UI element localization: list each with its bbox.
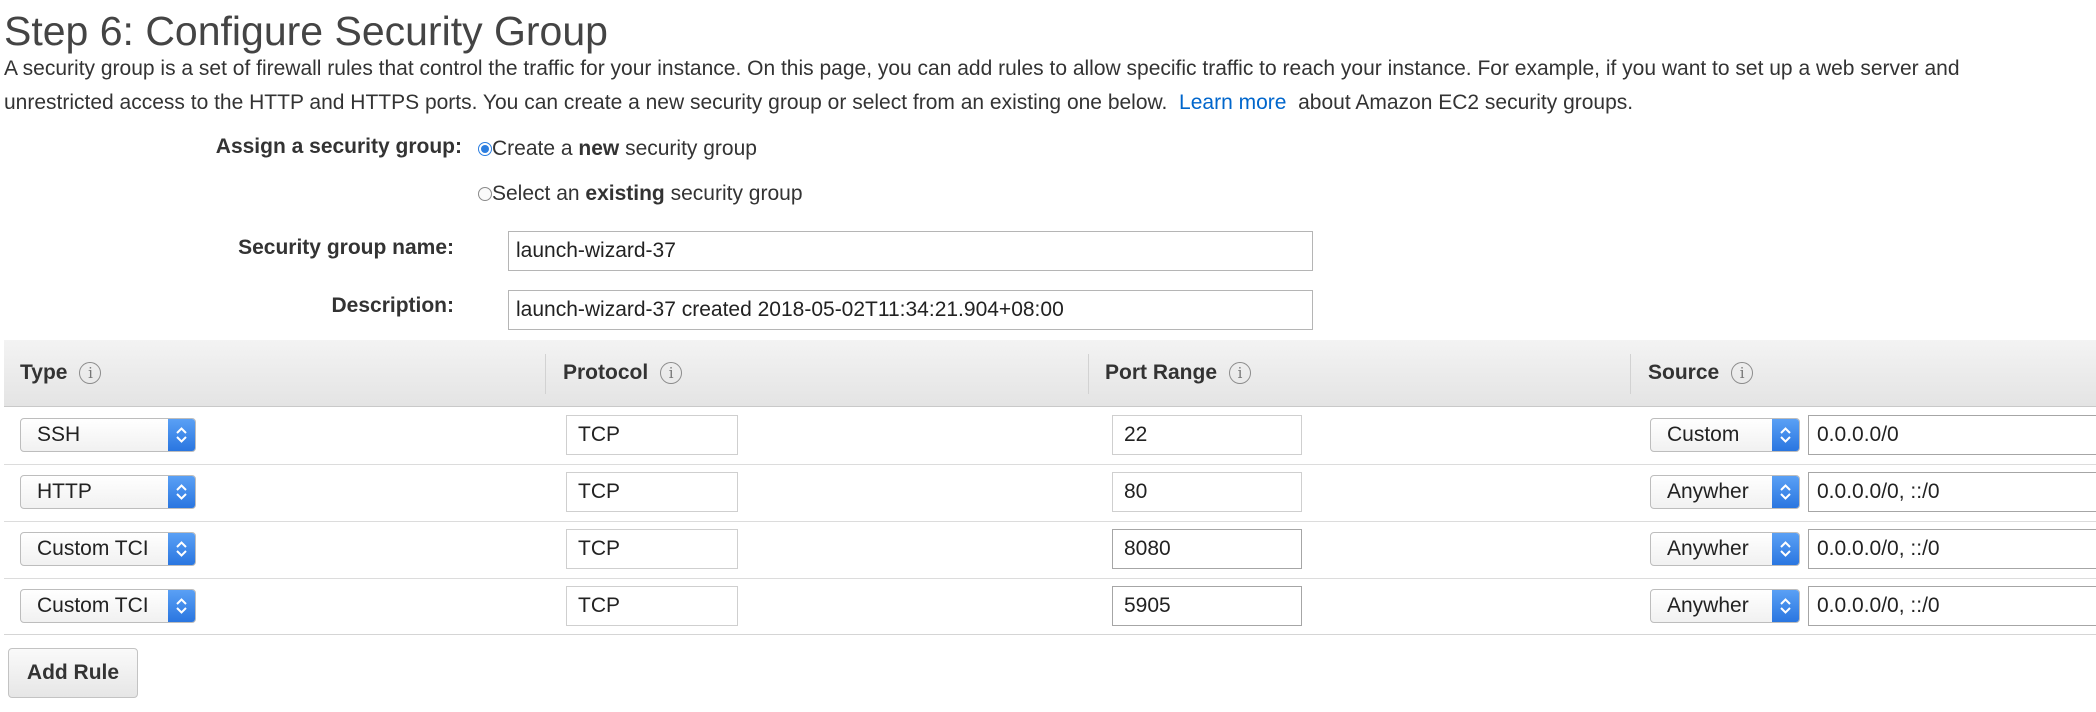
chevron-up-down-icon (1772, 419, 1799, 451)
intro-line-2-before: unrestricted access to the HTTP and HTTP… (4, 91, 1168, 114)
create-new-radio[interactable] (478, 142, 492, 156)
security-group-name-label: Security group name: (238, 236, 454, 259)
port-range-column-header: Port Range i (1105, 340, 1252, 406)
intro-line-2-after: about Amazon EC2 security groups. (1298, 91, 1634, 114)
column-divider (545, 354, 546, 394)
type-column-label: Type (20, 361, 68, 384)
select-existing-security-group-option[interactable]: Select an existing security group (478, 179, 803, 209)
source-select[interactable]: Anywher (1650, 475, 1800, 509)
chevron-up-down-icon (1772, 533, 1799, 565)
type-select-value: HTTP (37, 480, 92, 503)
type-select-value: Custom TCI (37, 594, 149, 617)
type-column-header: Type i (20, 340, 102, 406)
protocol-field: TCP (566, 415, 738, 455)
protocol-info-icon[interactable]: i (660, 362, 683, 384)
source-select[interactable]: Anywher (1650, 589, 1800, 623)
create-new-label-suffix: security group (619, 137, 757, 160)
select-existing-label-suffix: security group (664, 182, 803, 205)
select-existing-label-bold: existing (585, 182, 665, 205)
protocol-field: TCP (566, 586, 738, 626)
protocol-field: TCP (566, 529, 738, 569)
source-select[interactable]: Anywher (1650, 532, 1800, 566)
intro-line-2: unrestricted access to the HTTP and HTTP… (4, 86, 2089, 120)
chevron-up-down-icon (168, 419, 195, 451)
type-select[interactable]: Custom TCI (20, 589, 196, 623)
column-divider (1630, 354, 1631, 394)
security-rules-table: Type i Protocol i Port Range i Source i SSH … (4, 340, 2096, 635)
type-select-value: Custom TCI (37, 537, 149, 560)
rule-row-4: Custom TCI TCP 5905 Anywher 0.0.0.0/0, :… (4, 578, 2096, 635)
select-existing-radio[interactable] (478, 187, 492, 201)
rule-row-3: Custom TCI TCP 8080 Anywher 0.0.0.0/0, :… (4, 521, 2096, 579)
add-rule-button[interactable]: Add Rule (8, 648, 138, 698)
rule-row-1: SSH TCP 22 Custom 0.0.0.0/0 (4, 407, 2096, 465)
source-select[interactable]: Custom (1650, 418, 1800, 452)
source-cidr-input[interactable]: 0.0.0.0/0, ::/0 (1808, 586, 2096, 626)
create-new-security-group-option[interactable]: Create a new security group (478, 134, 757, 164)
port-range-column-label: Port Range (1105, 361, 1218, 384)
type-select[interactable]: SSH (20, 418, 196, 452)
assign-security-group-label: Assign a security group: (215, 135, 462, 158)
create-new-label-bold: new (578, 137, 620, 160)
create-new-label-prefix: Create a (492, 137, 579, 160)
source-cidr-input[interactable]: 0.0.0.0/0, ::/0 (1808, 472, 2096, 512)
create-new-label: Create a new security group (492, 137, 757, 161)
source-select-value: Anywher (1667, 537, 1749, 560)
source-select-value: Custom (1667, 423, 1740, 446)
chevron-up-down-icon (1772, 590, 1799, 622)
intro-line-1: A security group is a set of firewall ru… (4, 57, 1960, 80)
type-select[interactable]: HTTP (20, 475, 196, 509)
source-column-header: Source i (1648, 340, 1754, 406)
protocol-field: TCP (566, 472, 738, 512)
source-info-icon[interactable]: i (1731, 362, 1754, 384)
type-select[interactable]: Custom TCI (20, 532, 196, 566)
learn-more-link[interactable]: Learn more (1179, 91, 1286, 114)
port-range-field: 80 (1112, 472, 1302, 512)
source-column-label: Source (1648, 361, 1720, 384)
source-cidr-input[interactable]: 0.0.0.0/0, ::/0 (1808, 529, 2096, 569)
description-label: Description: (331, 294, 454, 317)
chevron-up-down-icon (168, 590, 195, 622)
chevron-up-down-icon (1772, 476, 1799, 508)
rule-row-2: HTTP TCP 80 Anywher 0.0.0.0/0, ::/0 (4, 464, 2096, 522)
type-info-icon[interactable]: i (79, 362, 102, 384)
source-select-value: Anywher (1667, 594, 1749, 617)
port-range-input[interactable]: 8080 (1112, 529, 1302, 569)
chevron-up-down-icon (168, 533, 195, 565)
port-range-field: 22 (1112, 415, 1302, 455)
chevron-up-down-icon (168, 476, 195, 508)
source-select-value: Anywher (1667, 480, 1749, 503)
port-range-input[interactable]: 5905 (1112, 586, 1302, 626)
source-cidr-input[interactable]: 0.0.0.0/0 (1808, 415, 2096, 455)
rules-table-header: Type i Protocol i Port Range i Source i (4, 340, 2096, 407)
select-existing-label: Select an existing security group (492, 182, 803, 206)
intro-text: A security group is a set of firewall ru… (4, 52, 2089, 120)
page-title: Step 6: Configure Security Group (4, 8, 608, 54)
description-input[interactable]: launch-wizard-37 created 2018-05-02T11:3… (508, 290, 1313, 330)
port-range-info-icon[interactable]: i (1229, 362, 1252, 384)
type-select-value: SSH (37, 423, 81, 446)
column-divider (1088, 354, 1089, 394)
select-existing-label-prefix: Select an (492, 182, 586, 205)
protocol-column-header: Protocol i (563, 340, 683, 406)
security-group-name-input[interactable]: launch-wizard-37 (508, 231, 1313, 271)
protocol-column-label: Protocol (563, 361, 649, 384)
